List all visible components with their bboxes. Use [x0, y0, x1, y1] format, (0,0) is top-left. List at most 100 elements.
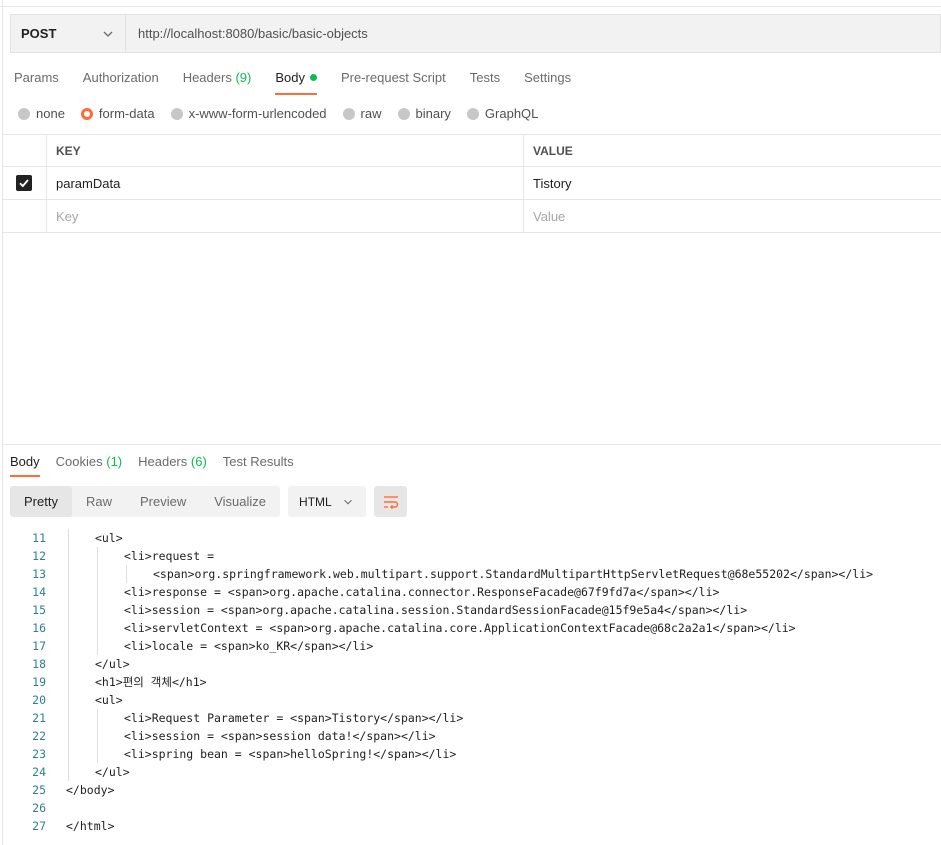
response-code-viewer[interactable]: 11 <ul> 12 <li>request = 13 <span>org.springf… — [0, 529, 941, 835]
code-line: 26 — [0, 799, 941, 817]
body-type-radios: none form-data x-www-form-urlencoded raw… — [18, 106, 554, 121]
checkmark-icon — [19, 179, 29, 188]
code-line: 16 <li>servletContext = <span>org.apache.… — [0, 619, 941, 637]
resp-headers-count: (6) — [190, 454, 207, 469]
indent-guide — [68, 637, 69, 655]
indent-guide — [68, 709, 69, 727]
resp-tab-headers[interactable]: Headers (6) — [138, 454, 207, 477]
indent-guide — [97, 727, 98, 745]
view-pretty-button[interactable]: Pretty — [10, 486, 72, 517]
wrap-lines-icon — [383, 495, 398, 509]
code-line: 13 <span>org.springframework.web.multipar… — [0, 565, 941, 583]
tab-label: Body — [275, 70, 305, 85]
response-divider[interactable] — [2, 444, 941, 445]
radio-raw[interactable]: raw — [342, 106, 382, 121]
code-text: <li>session = <span>org.apache.catalina.… — [124, 603, 748, 617]
key-cell[interactable]: paramData — [47, 167, 524, 199]
resp-tab-cookies[interactable]: Cookies (1) — [56, 454, 122, 477]
new-value-input[interactable]: Value — [524, 200, 941, 232]
tab-authorization[interactable]: Authorization — [83, 70, 159, 95]
line-number: 14 — [32, 585, 46, 599]
response-tabs: Body Cookies (1) Headers (6) Test Result… — [10, 454, 310, 477]
new-key-input[interactable]: Key — [47, 200, 524, 232]
form-data-table: KEY VALUE paramData Tistory Key Value — [2, 134, 941, 233]
indent-guide — [97, 565, 98, 583]
radio-none[interactable]: none — [18, 106, 65, 121]
code-text: <li>Request Parameter = <span>Tistory</s… — [124, 711, 464, 725]
format-select[interactable]: HTML — [288, 486, 367, 517]
wrap-lines-button[interactable] — [374, 486, 408, 517]
tab-label: Headers — [138, 454, 188, 469]
radio-graphql[interactable]: GraphQL — [466, 106, 538, 121]
request-tabs: Params Authorization Headers (9) Body Pr… — [14, 70, 595, 95]
tab-settings[interactable]: Settings — [524, 70, 571, 95]
radio-circle — [466, 107, 479, 120]
radio-x-www-form-urlencoded[interactable]: x-www-form-urlencoded — [170, 106, 327, 121]
code-text: <li>spring bean = <span>helloSpring!</sp… — [124, 747, 457, 761]
radio-circle — [80, 107, 93, 120]
header-check-cell — [2, 135, 47, 166]
line-number: 22 — [32, 729, 46, 743]
code-line: 18 </ul> — [0, 655, 941, 673]
top-divider — [0, 6, 941, 7]
view-preview-button[interactable]: Preview — [126, 486, 200, 517]
indent-guide — [68, 529, 69, 547]
url-input[interactable]: http://localhost:8080/basic/basic-object… — [126, 26, 368, 41]
line-number: 26 — [32, 801, 46, 815]
key-column-header: KEY — [47, 135, 524, 166]
line-number: 23 — [32, 747, 46, 761]
indent-guide — [68, 619, 69, 637]
code-line: 19 <h1>편의 객체</h1> — [0, 673, 941, 691]
value-cell[interactable]: Tistory — [524, 167, 941, 199]
tab-label: Authorization — [82, 70, 159, 85]
tab-params[interactable]: Params — [14, 70, 59, 95]
view-raw-button[interactable]: Raw — [72, 486, 126, 517]
value-column-header: VALUE — [533, 143, 573, 158]
line-number: 13 — [32, 567, 46, 581]
radio-form-data[interactable]: form-data — [80, 106, 155, 121]
tab-body[interactable]: Body — [275, 70, 317, 95]
tab-tests[interactable]: Tests — [470, 70, 500, 95]
indent-guide — [68, 727, 69, 745]
code-text: </html> — [66, 819, 115, 833]
resp-tab-body[interactable]: Body — [10, 454, 40, 477]
indent-guide — [68, 565, 69, 583]
view-mode-segment: Pretty Raw Preview Visualize — [10, 486, 281, 517]
indent-guide — [68, 745, 69, 763]
code-line: 21 <li>Request Parameter = <span>Tistory<… — [0, 709, 941, 727]
tab-label: Test Results — [222, 454, 294, 469]
radio-label: raw — [360, 106, 382, 121]
code-text: </body> — [66, 783, 115, 797]
line-number: 11 — [32, 531, 46, 545]
indent-guide — [68, 673, 69, 691]
radio-binary[interactable]: binary — [397, 106, 451, 121]
indent-guide — [97, 601, 98, 619]
indent-guide — [68, 691, 69, 709]
indent-guide — [97, 709, 98, 727]
row-enabled-checkbox[interactable] — [16, 175, 32, 191]
code-line: 11 <ul> — [0, 529, 941, 547]
method-select[interactable]: POST — [11, 15, 126, 52]
code-text: <li>response = <span>org.apache.catalina… — [124, 585, 720, 599]
radio-circle — [397, 107, 410, 120]
view-visualize-button[interactable]: Visualize — [200, 486, 280, 517]
code-text: <li>session = <span>session data!</span>… — [124, 729, 436, 743]
radio-label: none — [36, 106, 65, 121]
code-line: 17 <li>locale = <span>ko_KR</span></li> — [0, 637, 941, 655]
line-number: 19 — [32, 675, 46, 689]
tab-headers[interactable]: Headers (9) — [183, 70, 252, 95]
indent-guide — [68, 583, 69, 601]
method-label: POST — [21, 26, 57, 41]
tab-label: Tests — [469, 70, 501, 85]
code-text: <span>org.springframework.web.multipart.… — [153, 567, 874, 581]
code-text: <ul> — [95, 531, 123, 545]
radio-label: binary — [415, 106, 451, 121]
tab-label: Pre-request Script — [340, 70, 446, 85]
resp-tab-test-results[interactable]: Test Results — [223, 454, 294, 477]
tab-pre-request-script[interactable]: Pre-request Script — [341, 70, 446, 95]
indent-guide — [97, 745, 98, 763]
code-line: 25 </body> — [0, 781, 941, 799]
radio-label: form-data — [98, 106, 155, 121]
radio-circle — [170, 107, 183, 120]
table-header-row: KEY VALUE — [2, 134, 941, 167]
